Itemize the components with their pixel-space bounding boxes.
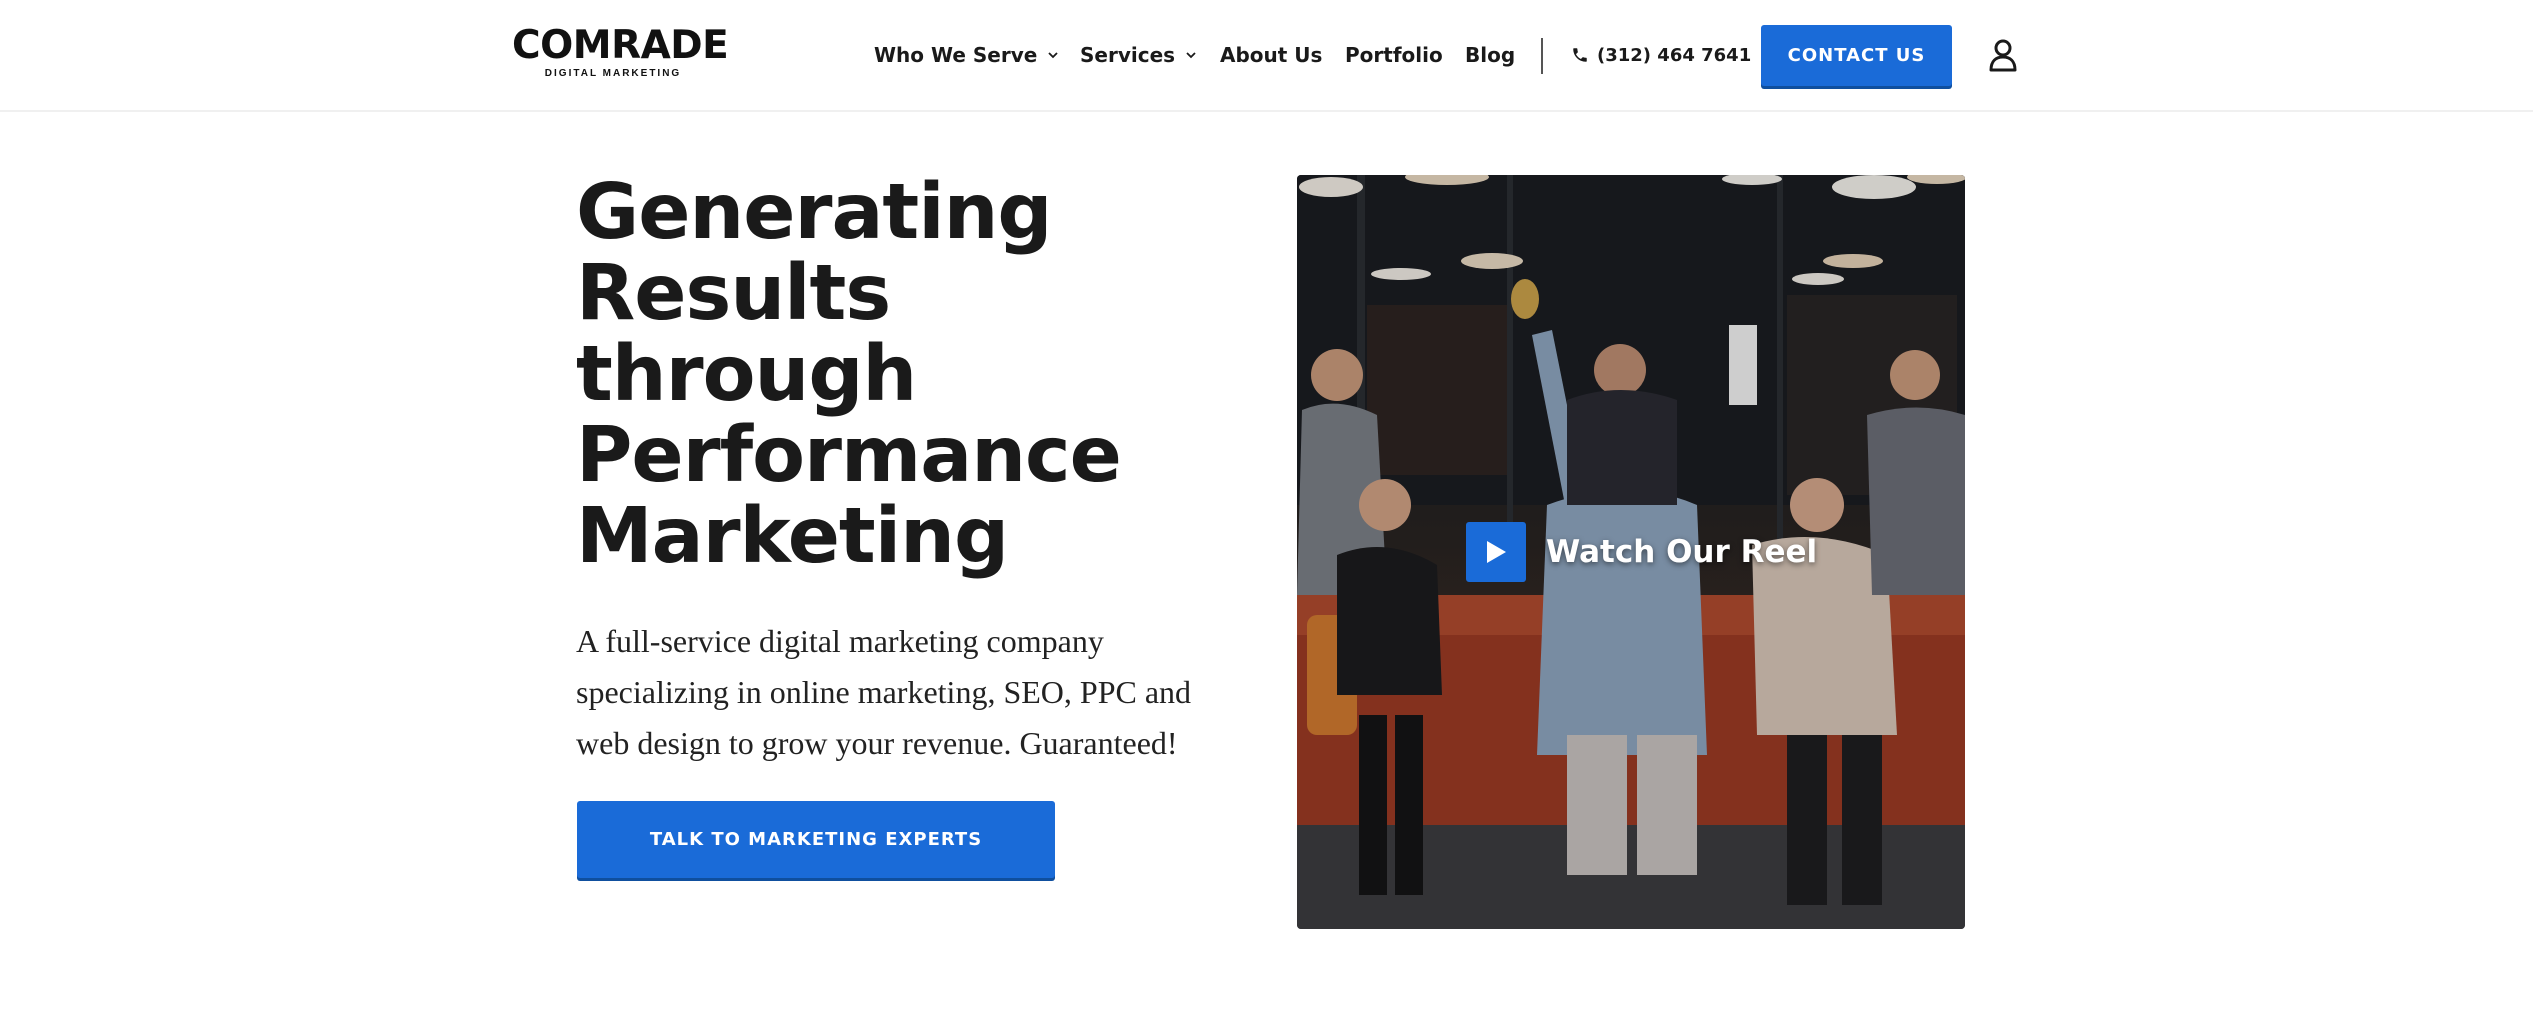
nav-item-services[interactable]: Services: [1080, 38, 1198, 72]
chevron-down-icon: [1048, 52, 1058, 59]
watch-reel-overlay[interactable]: Watch Our Reel: [1466, 521, 1817, 583]
nav-item-about-us[interactable]: About Us: [1220, 38, 1322, 72]
logo-tagline: DIGITAL MARKETING: [544, 68, 682, 79]
logo-wordmark: COMRADE: [512, 23, 729, 68]
phone-number: (312) 464 7641: [1597, 44, 1752, 66]
reel-video[interactable]: Watch Our Reel: [1297, 175, 1965, 929]
hero-title-line: Generating: [576, 168, 1053, 257]
nav-item-label: Services: [1080, 43, 1176, 67]
nav-item-label: About Us: [1220, 43, 1323, 67]
nav-item-label: Portfolio: [1345, 43, 1443, 67]
play-button[interactable]: [1466, 522, 1526, 582]
nav-item-blog[interactable]: Blog: [1465, 38, 1515, 72]
nav-divider: [1541, 38, 1543, 74]
hero-title-line: Performance: [576, 411, 1122, 500]
logo[interactable]: COMRADE DIGITAL MARKETING: [512, 23, 729, 84]
nav-item-label: Blog: [1465, 43, 1516, 67]
chevron-down-icon: [1186, 52, 1196, 59]
hero-description-line: specializing in online marketing, SEO, P…: [576, 674, 1192, 710]
hero-title: Generating Results through Performance M…: [576, 172, 1216, 577]
nav-item-label: Who We Serve: [874, 43, 1038, 67]
contact-us-button[interactable]: CONTACT US: [1761, 25, 1952, 86]
hero-title-line: Marketing: [576, 492, 1009, 581]
watch-reel-label: Watch Our Reel: [1546, 534, 1818, 570]
hero-description-line: web design to grow your revenue. Guarant…: [576, 725, 1178, 761]
site-header: COMRADE DIGITAL MARKETING Who We Serve S…: [0, 0, 2533, 112]
hero-description-line: A full-service digital marketing company: [576, 623, 1104, 659]
hero-title-line: through: [576, 330, 917, 419]
user-icon[interactable]: [1988, 38, 2018, 72]
talk-to-experts-button[interactable]: TALK TO MARKETING EXPERTS: [577, 801, 1055, 878]
nav-item-portfolio[interactable]: Portfolio: [1345, 38, 1443, 72]
hero-title-line: Results: [576, 249, 891, 338]
hero-description: A full-service digital marketing company…: [576, 616, 1236, 769]
nav-item-who-we-serve[interactable]: Who We Serve: [874, 38, 1060, 72]
phone-icon: [1573, 48, 1587, 62]
play-icon: [1487, 541, 1506, 563]
phone-link[interactable]: (312) 464 7641: [1571, 38, 1751, 72]
